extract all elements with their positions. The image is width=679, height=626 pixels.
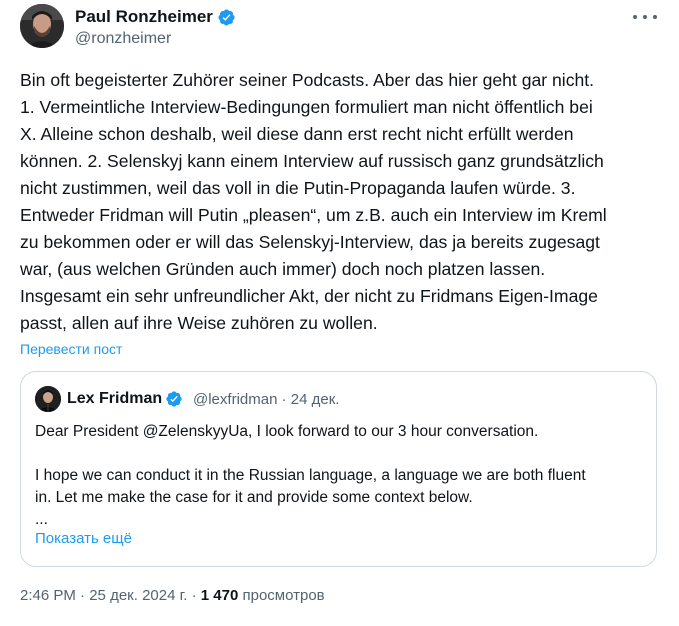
tweet-text-line: zu bekommen oder er will das Selenskyj-I… xyxy=(20,232,600,252)
post-time[interactable]: 2:46 PM xyxy=(20,587,76,604)
quote-author-name-text[interactable]: Lex Fridman xyxy=(67,390,162,408)
verified-badge-icon xyxy=(218,8,235,26)
quote-author-name[interactable]: Lex Fridman xyxy=(67,390,183,408)
tweet-text-line: nicht zustimmen, weil das voll in die Pu… xyxy=(20,178,576,198)
tweet: Paul Ronzheimer @ronzheimer Bin oft bege… xyxy=(0,0,679,626)
author-avatar[interactable] xyxy=(20,4,64,48)
tweet-text-line: 1. Vermeintliche Interview-Bedingungen f… xyxy=(20,97,593,117)
tweet-text-line: können. 2. Selenskyj kann einem Intervie… xyxy=(20,151,604,171)
quote-author-handle[interactable]: @lexfridman xyxy=(193,391,277,408)
quote-date[interactable]: 24 дек. xyxy=(291,391,340,408)
quote-text: Dear President @ZelenskyyUa, I look forw… xyxy=(35,421,635,531)
post-date[interactable]: 25 дек. 2024 г. xyxy=(89,587,187,604)
quote-text-line: in. Let me make the case for it and prov… xyxy=(35,489,473,506)
views-label: просмотров xyxy=(242,587,325,604)
quote-meta: @lexfridman · 24 дек. xyxy=(193,391,339,408)
author-name-text[interactable]: Paul Ronzheimer xyxy=(75,7,213,27)
quote-text-line: Dear President @ZelenskyyUa, I look forw… xyxy=(35,423,539,440)
footer-separator: · xyxy=(191,587,197,604)
tweet-text: Bin oft begeisterter Zuhörer seiner Podc… xyxy=(20,67,660,337)
author-handle[interactable]: @ronzheimer xyxy=(75,30,171,48)
tweet-text-line: war, (aus welchen Gründen auch immer) do… xyxy=(20,259,546,279)
tweet-text-line: passt, allen auf ihre Weise zuhören zu w… xyxy=(20,313,378,333)
quoted-tweet[interactable]: Lex Fridman @lexfridman · 24 дек. Dear P… xyxy=(20,371,657,567)
author-name[interactable]: Paul Ronzheimer xyxy=(75,7,236,27)
tweet-footer: 2:46 PM · 25 дек. 2024 г. · 1 470 просмо… xyxy=(20,587,325,604)
quote-text-line: I hope we can conduct it in the Russian … xyxy=(35,467,586,484)
quote-text-line: ... xyxy=(35,511,48,528)
verified-badge-icon xyxy=(166,391,182,407)
tweet-text-line: X. Alleine schon deshalb, weil diese dan… xyxy=(20,124,574,144)
views-count[interactable]: 1 470 xyxy=(201,587,239,604)
tweet-text-line: Entweder Fridman will Putin „pleasen“, u… xyxy=(20,205,607,225)
tweet-text-line: Insgesamt ein sehr unfreundlicher Akt, d… xyxy=(20,286,598,306)
show-more-link[interactable]: Показать ещё xyxy=(35,530,132,547)
quote-author-avatar[interactable] xyxy=(35,386,61,412)
footer-separator: · xyxy=(80,587,86,604)
tweet-text-line: Bin oft begeisterter Zuhörer seiner Podc… xyxy=(20,70,595,90)
translate-post-link[interactable]: Перевести пост xyxy=(20,341,122,357)
quote-separator: · xyxy=(281,391,287,408)
more-options-icon[interactable] xyxy=(633,10,657,24)
